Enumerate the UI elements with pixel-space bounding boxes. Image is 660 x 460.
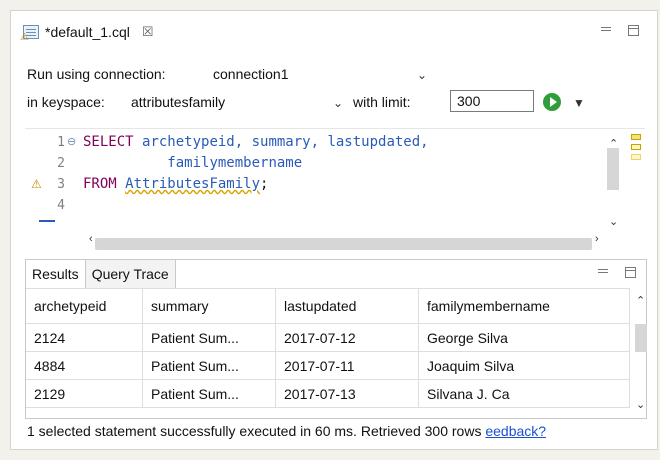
- warning-ruler-mark[interactable]: [631, 134, 641, 140]
- scroll-right-icon[interactable]: ›: [595, 233, 599, 245]
- code-line-3: FROM AttributesFamily;: [83, 176, 268, 192]
- table-cell[interactable]: 4884: [26, 351, 143, 380]
- scroll-down-icon[interactable]: ⌄: [636, 398, 645, 411]
- table-cell[interactable]: 2017-07-13: [275, 379, 419, 408]
- editor-vertical-scroll-thumb[interactable]: [607, 148, 619, 190]
- line-number: 1: [57, 135, 65, 150]
- table-row[interactable]: 2129 Patient Sum... 2017-07-13 Silvana J…: [26, 379, 630, 408]
- results-vertical-scroll-thumb[interactable]: [635, 324, 647, 352]
- scroll-up-icon[interactable]: ⌃: [636, 294, 645, 307]
- connection-dropdown-icon[interactable]: ⌄: [417, 68, 427, 82]
- minimize-icon[interactable]: [600, 25, 612, 37]
- status-message: 1 selected statement successfully execut…: [27, 423, 486, 439]
- line-number: 2: [57, 156, 65, 171]
- overview-ruler: [631, 134, 643, 164]
- line-number: 4: [57, 198, 65, 213]
- keyspace-label: in keyspace:: [27, 94, 105, 110]
- table-cell[interactable]: 2017-07-11: [275, 351, 419, 380]
- table-cell[interactable]: Joaquim Silva: [418, 351, 630, 380]
- results-panel-controls: [597, 267, 636, 279]
- run-play-icon[interactable]: [543, 93, 561, 111]
- statement-terminator: ;: [260, 176, 269, 192]
- table-cell[interactable]: 2124: [26, 323, 143, 352]
- table-cell[interactable]: 2129: [26, 379, 143, 408]
- table-row[interactable]: 2124 Patient Sum... 2017-07-12 George Si…: [26, 323, 630, 352]
- table-cell[interactable]: Patient Sum...: [142, 323, 276, 352]
- editor-horizontal-scroll-thumb[interactable]: [95, 238, 592, 250]
- table-cell[interactable]: Silvana J. Ca: [418, 379, 630, 408]
- table-header-row: archetypeid summary lastupdated familyme…: [26, 288, 630, 324]
- identifier: archetypeid, summary, lastupdated,: [142, 134, 429, 150]
- occurrence-ruler-mark[interactable]: [631, 144, 641, 150]
- keyword: SELECT: [83, 134, 143, 150]
- scroll-left-icon[interactable]: ‹: [89, 233, 93, 245]
- table-cell[interactable]: Patient Sum...: [142, 379, 276, 408]
- cql-file-icon: ⚠: [20, 25, 39, 43]
- table-cell[interactable]: 2017-07-12: [275, 323, 419, 352]
- column-header[interactable]: archetypeid: [26, 288, 143, 324]
- results-tabs: Results Query Trace: [26, 260, 176, 289]
- scroll-down-icon[interactable]: ⌄: [609, 215, 618, 228]
- run-using-label: Run using connection:: [27, 66, 166, 82]
- status-bar: 1 selected statement successfully execut…: [27, 423, 657, 439]
- column-header[interactable]: lastupdated: [275, 288, 419, 324]
- maximize-icon[interactable]: [625, 267, 636, 278]
- table-identifier: AttributesFamily: [125, 176, 261, 192]
- tab-query-trace[interactable]: Query Trace: [85, 260, 176, 289]
- keyspace-select[interactable]: attributesfamily: [131, 94, 225, 110]
- results-table: archetypeid summary lastupdated familyme…: [26, 288, 630, 408]
- keyword: FROM: [83, 176, 126, 192]
- fold-icon[interactable]: ⊖: [67, 135, 76, 148]
- occurrence-ruler-mark[interactable]: [631, 154, 641, 160]
- identifier: familymembername: [167, 155, 303, 171]
- limit-input[interactable]: 300: [450, 90, 534, 112]
- minimize-icon[interactable]: [597, 267, 609, 279]
- connection-select[interactable]: connection1: [213, 66, 289, 82]
- code-line-2: familymembername: [83, 155, 302, 171]
- run-options-dropdown-icon[interactable]: ▼: [573, 96, 585, 110]
- maximize-icon[interactable]: [628, 25, 639, 36]
- editor-tab[interactable]: ⚠ *default_1.cql ☒: [20, 18, 199, 46]
- table-cell[interactable]: George Silva: [418, 323, 630, 352]
- code-line-1: SELECT archetypeid, summary, lastupdated…: [83, 134, 429, 150]
- feedback-link[interactable]: eedback?: [485, 423, 546, 439]
- limit-label: with limit:: [353, 94, 411, 110]
- tab-title: *default_1.cql: [45, 24, 130, 40]
- keyspace-dropdown-icon[interactable]: ⌄: [333, 96, 343, 110]
- close-tab-icon[interactable]: ☒: [142, 24, 154, 40]
- warning-marker-icon: ⚠: [31, 177, 42, 191]
- cql-editor-window: ⚠ *default_1.cql ☒ Run using connection:…: [10, 10, 658, 450]
- column-header[interactable]: familymembername: [418, 288, 630, 324]
- results-panel: Results Query Trace archetypeid summary …: [25, 259, 647, 419]
- cql-code-editor[interactable]: 1 ⊖ 2 ⚠ 3 4 SELECT archetypeid, summary,…: [25, 128, 645, 244]
- line-number: 3: [57, 177, 65, 192]
- table-cell[interactable]: Patient Sum...: [142, 351, 276, 380]
- table-row[interactable]: 4884 Patient Sum... 2017-07-11 Joaquim S…: [26, 351, 630, 380]
- tab-results[interactable]: Results: [26, 260, 86, 288]
- editor-window-controls: [600, 25, 639, 37]
- column-header[interactable]: summary: [142, 288, 276, 324]
- editor-gutter: 1 ⊖ 2 ⚠ 3 4: [25, 129, 76, 229]
- cursor-line-marker: [39, 220, 55, 222]
- warning-badge-icon: ⚠: [20, 32, 29, 43]
